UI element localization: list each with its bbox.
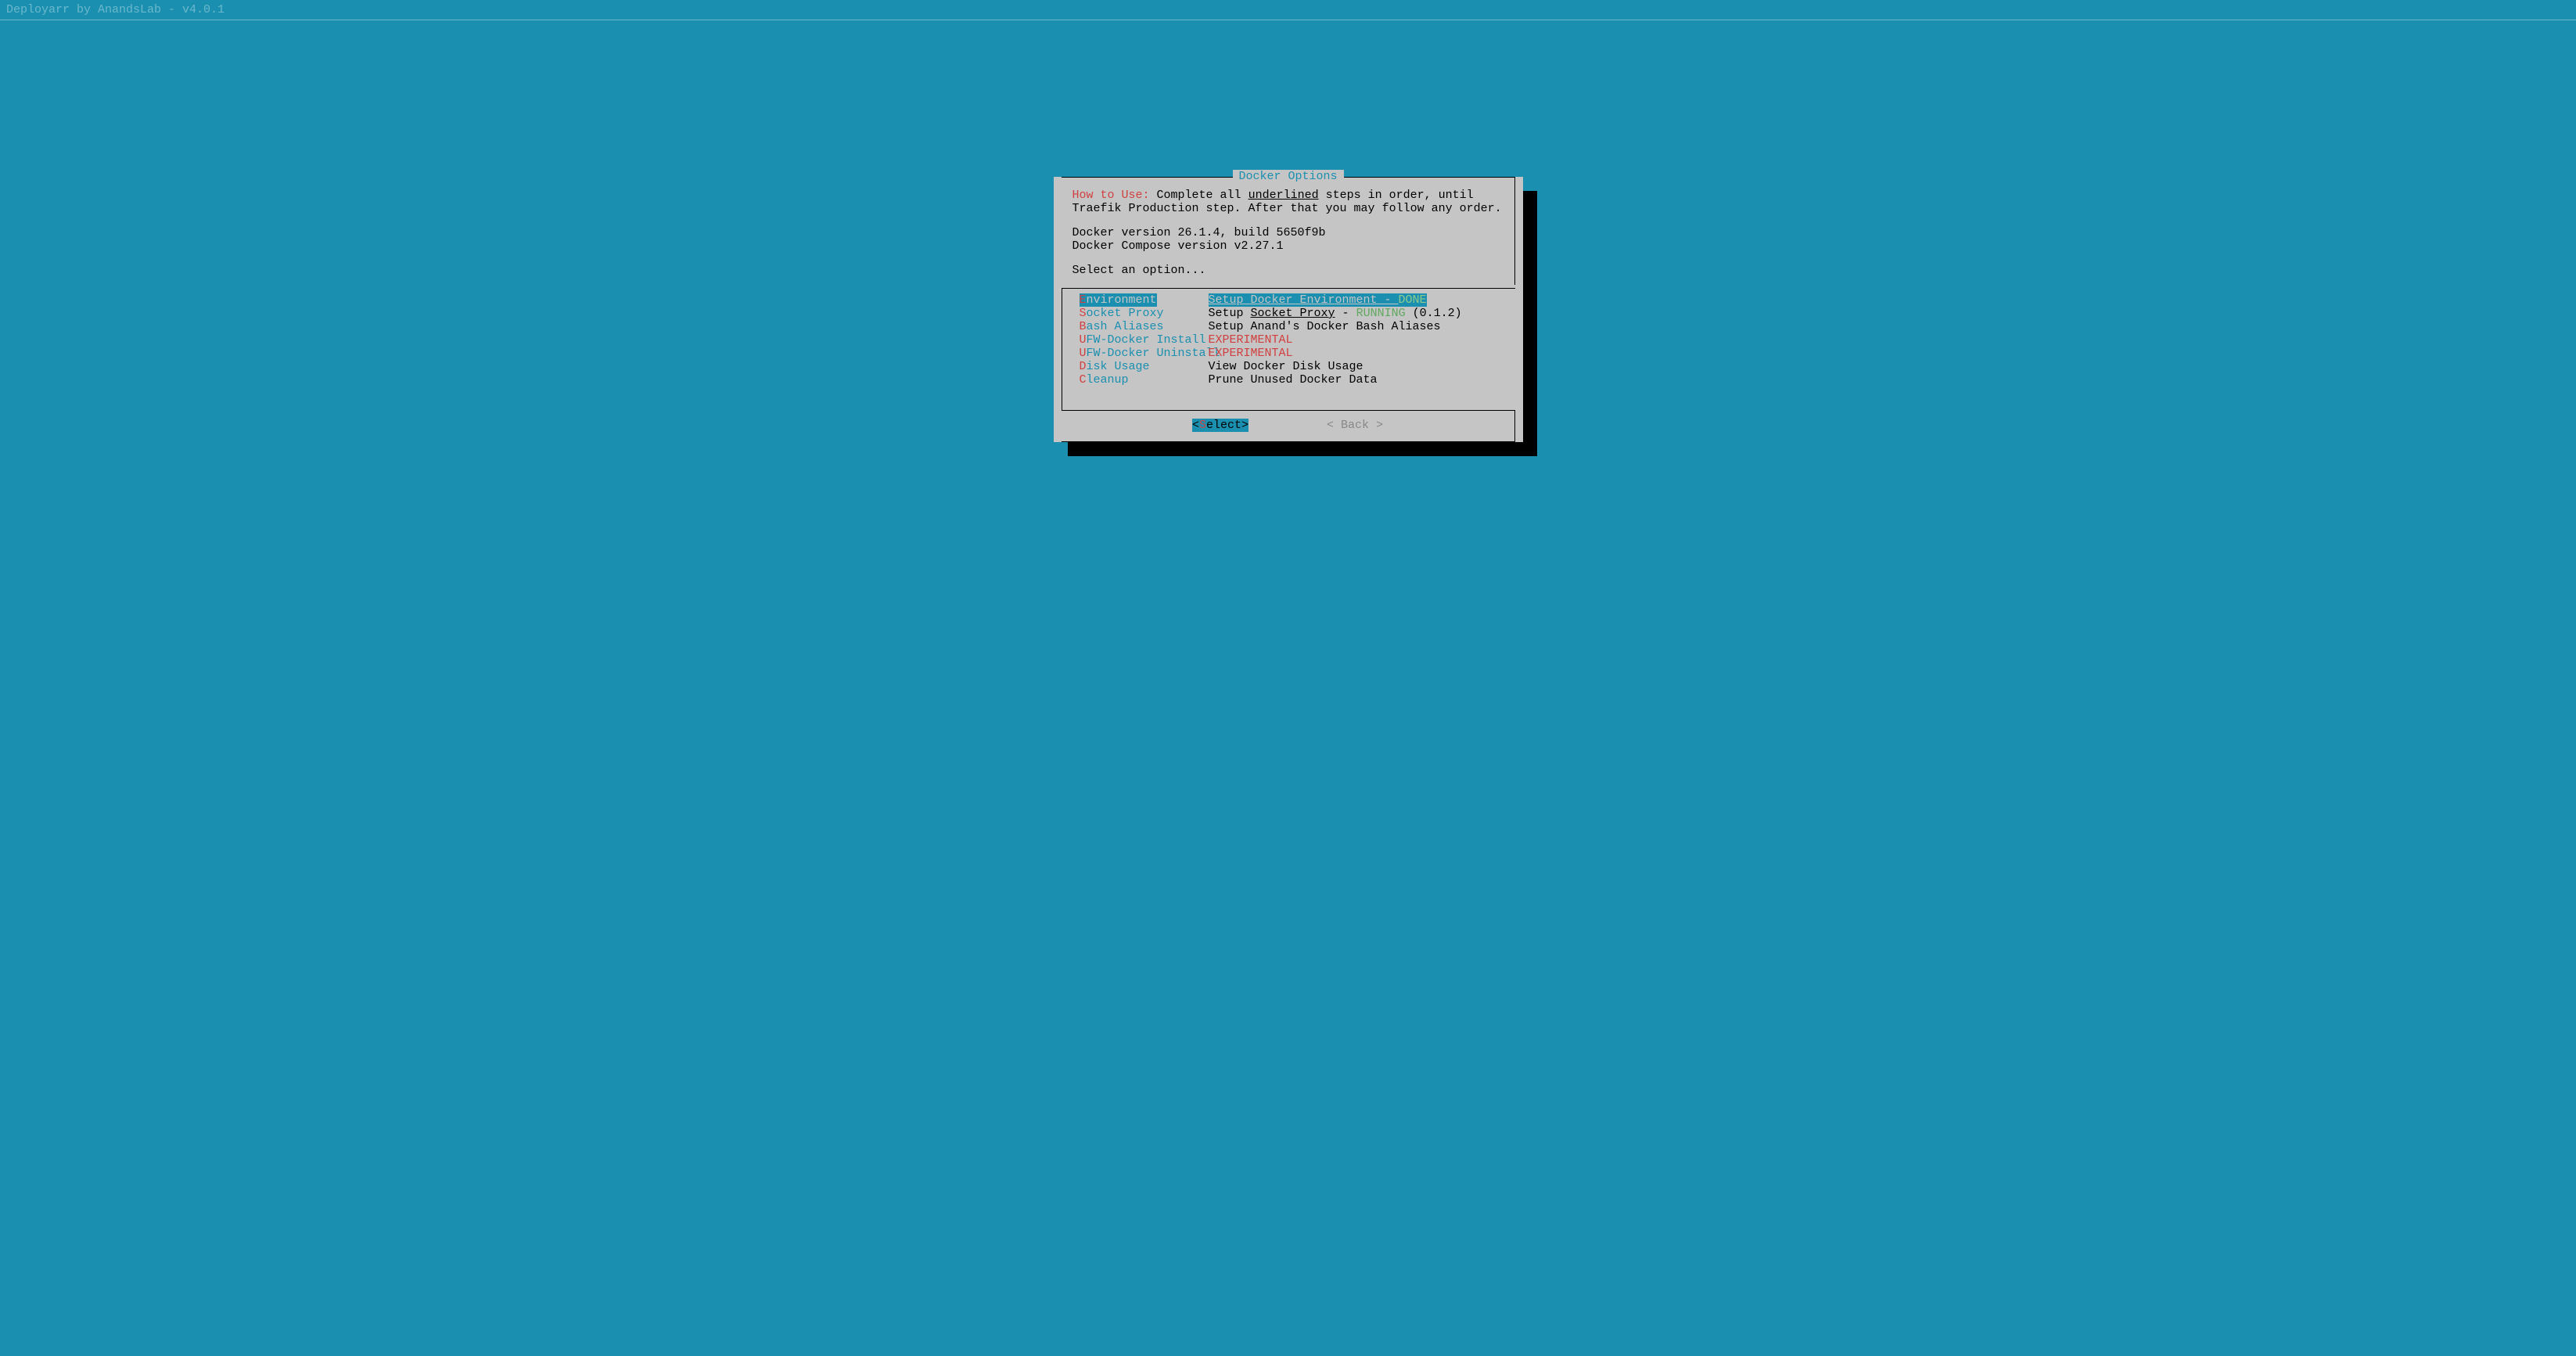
menu-item-desc: Setup Socket Proxy - RUNNING (0.1.2): [1209, 307, 1462, 320]
app-header: Deployarr by AnandsLab - v4.0.1: [0, 0, 2576, 20]
menu-item-label: Disk Usage: [1080, 360, 1209, 373]
menu-item[interactable]: CleanupPrune Unused Docker Data: [1080, 373, 1515, 387]
menu-item-desc: Setup Anand's Docker Bash Aliases: [1209, 320, 1441, 333]
menu-item-label: Socket Proxy: [1080, 307, 1209, 320]
menu-item[interactable]: EnvironmentSetup Docker Environment - DO…: [1080, 293, 1515, 307]
menu-list: EnvironmentSetup Docker Environment - DO…: [1062, 288, 1515, 411]
menu-item-label: Bash Aliases: [1080, 320, 1209, 333]
menu-item-desc: Setup Docker Environment - DONE: [1209, 293, 1427, 307]
dialog-buttons: <Select> < Back >: [1062, 411, 1515, 442]
how-to-use: How to Use: Complete all underlined step…: [1072, 189, 1504, 215]
dialog: Docker Options How to Use: Complete all …: [1054, 177, 1523, 442]
compose-version: Docker Compose version v2.27.1: [1072, 239, 1504, 253]
menu-item[interactable]: UFW-Docker InstallEXPERIMENTAL: [1080, 333, 1515, 347]
menu-item[interactable]: Bash AliasesSetup Anand's Docker Bash Al…: [1080, 320, 1515, 333]
menu-item-label: UFW-Docker Install: [1080, 333, 1209, 347]
menu-item-desc: EXPERIMENTAL: [1209, 347, 1293, 360]
select-prompt: Select an option...: [1072, 264, 1504, 277]
how-to-use-label: How to Use:: [1072, 189, 1150, 202]
menu-item-label: Environment: [1080, 293, 1209, 307]
menu-item-label: Cleanup: [1080, 373, 1209, 387]
menu-item-desc: EXPERIMENTAL: [1209, 333, 1293, 347]
select-button[interactable]: <Select>: [1192, 419, 1248, 432]
docker-version: Docker version 26.1.4, build 5650f9b: [1072, 226, 1504, 239]
menu-item[interactable]: Disk UsageView Docker Disk Usage: [1080, 360, 1515, 373]
menu-item-desc: Prune Unused Docker Data: [1209, 373, 1378, 387]
menu-item-label: UFW-Docker Uninstall: [1080, 347, 1209, 360]
dialog-title: Docker Options: [1232, 170, 1343, 183]
menu-item[interactable]: Socket ProxySetup Socket Proxy - RUNNING…: [1080, 307, 1515, 320]
menu-item[interactable]: UFW-Docker UninstallEXPERIMENTAL: [1080, 347, 1515, 360]
menu-item-desc: View Docker Disk Usage: [1209, 360, 1363, 373]
back-button[interactable]: < Back >: [1327, 419, 1383, 432]
